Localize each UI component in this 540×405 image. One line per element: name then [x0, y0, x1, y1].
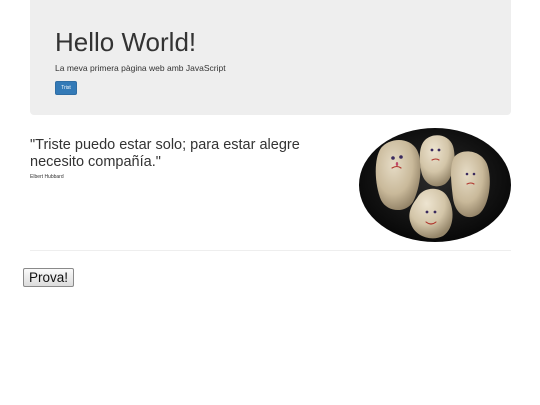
page-title: Hello World! [55, 27, 197, 57]
page: Hello World! La meva primera pàgina web … [0, 0, 540, 405]
rock-left [375, 140, 421, 211]
rock-top [419, 135, 455, 187]
rock-right [451, 151, 490, 218]
quote-text: "Triste puedo estar solo; para estar ale… [30, 137, 300, 170]
divider [30, 250, 511, 251]
prova-button[interactable]: Prova! [23, 268, 74, 287]
rocks-image [359, 128, 511, 242]
quote-block: "Triste puedo estar solo; para estar ale… [30, 137, 340, 181]
page-subtitle: La meva primera pàgina web amb JavaScrip… [55, 63, 226, 73]
quote-author: Elbert Hubbard [30, 174, 64, 180]
trist-button[interactable]: Trist [55, 81, 77, 95]
jumbotron: Hello World! La meva primera pàgina web … [30, 0, 511, 115]
